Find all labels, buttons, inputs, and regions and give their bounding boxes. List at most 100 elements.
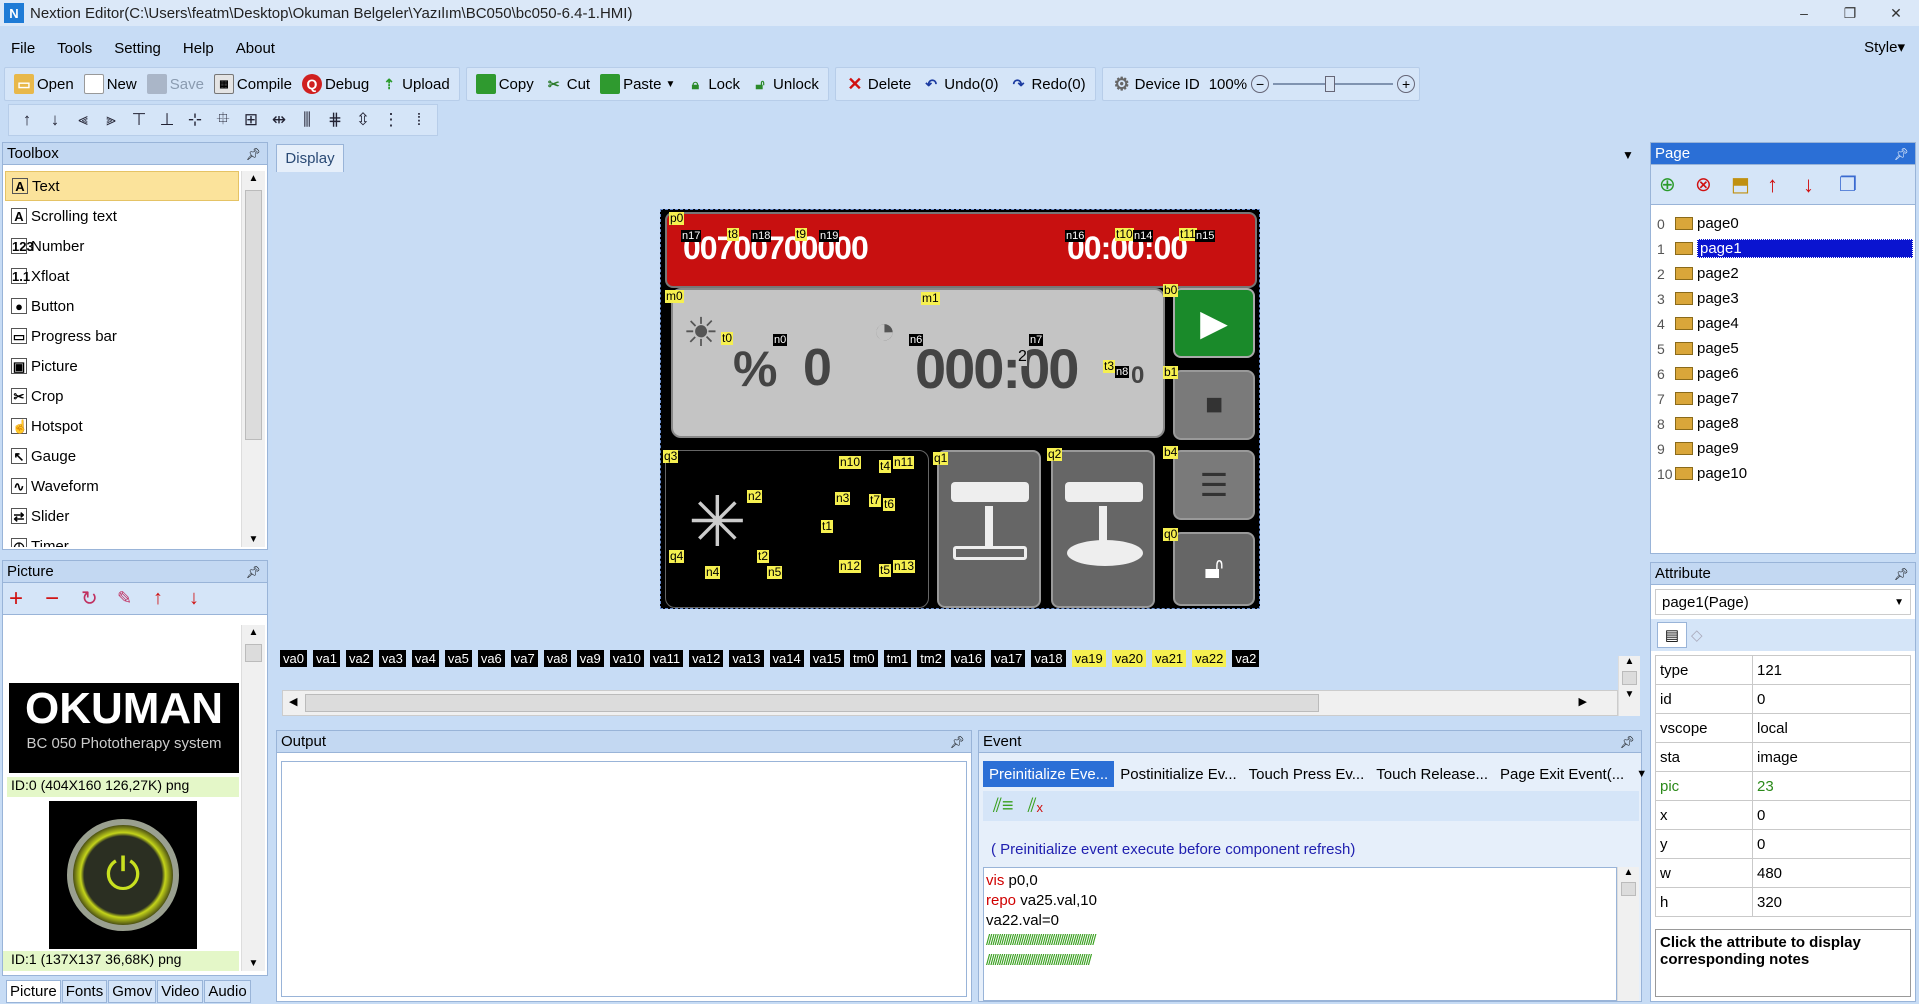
align-top-icon[interactable]: ⊤ bbox=[125, 106, 153, 134]
page-list-item[interactable]: 5 page5 bbox=[1653, 336, 1913, 361]
close-button[interactable]: ✕ bbox=[1873, 0, 1919, 26]
attribute-row[interactable]: type 121 bbox=[1655, 655, 1911, 685]
event-code-scrollbar[interactable]: ▲ bbox=[1617, 867, 1639, 1001]
toolbox-item[interactable]: ↖ Gauge bbox=[5, 441, 239, 471]
variable-chip[interactable]: tm0 bbox=[849, 649, 878, 667]
page-list-item[interactable]: 0 page0 bbox=[1653, 211, 1913, 236]
same-height-icon[interactable]: ⇳ bbox=[349, 106, 377, 134]
center-vertical-icon[interactable]: ⯐ bbox=[209, 106, 237, 134]
variable-chip[interactable]: tm1 bbox=[883, 649, 912, 667]
attribute-value[interactable]: 121 bbox=[1752, 655, 1911, 685]
page-list-item[interactable]: 10 page10 bbox=[1653, 461, 1913, 486]
display-dropdown-icon[interactable]: ▼ bbox=[1622, 148, 1634, 162]
move-up-icon[interactable]: ↑ bbox=[153, 587, 189, 610]
zoom-slider[interactable] bbox=[1273, 75, 1394, 93]
variable-chip[interactable]: va6 bbox=[477, 649, 505, 667]
remove-picture-icon[interactable]: − bbox=[45, 585, 81, 613]
align-right-icon[interactable]: ⫸ bbox=[97, 106, 125, 134]
new-button[interactable]: New bbox=[79, 69, 142, 99]
page-list-item[interactable]: 1 page1 bbox=[1653, 236, 1913, 261]
page-list-item[interactable]: 3 page3 bbox=[1653, 286, 1913, 311]
compile-button[interactable]: ▦ Compile bbox=[209, 69, 297, 99]
toolbox-item[interactable]: ☝ Hotspot bbox=[5, 411, 239, 441]
tab-audio[interactable]: Audio bbox=[204, 980, 251, 1003]
menu-help[interactable]: Help bbox=[172, 40, 225, 57]
variable-chip[interactable]: va15 bbox=[809, 649, 844, 667]
insert-page-icon[interactable]: ⬒ bbox=[1731, 172, 1767, 197]
variable-chip[interactable]: tm2 bbox=[917, 649, 945, 667]
display-hscrollbar[interactable]: ◀ ▶ bbox=[282, 690, 1618, 716]
variable-chip[interactable]: va1 bbox=[312, 649, 340, 667]
vertical-spacing-icon[interactable]: ⁞ bbox=[405, 106, 433, 134]
tab-touch-press-event[interactable]: Touch Press Ev... bbox=[1243, 761, 1371, 787]
page-list-item[interactable]: 7 page7 bbox=[1653, 386, 1913, 411]
lamp-panel[interactable]: ✳ bbox=[665, 450, 929, 608]
variable-chip[interactable]: va8 bbox=[543, 649, 571, 667]
menu-setting[interactable]: Setting bbox=[103, 40, 172, 57]
uncomment-icon[interactable]: ⫽x bbox=[1028, 795, 1043, 818]
delete-page-icon[interactable]: ⊗ bbox=[1695, 172, 1731, 197]
hmi-canvas[interactable]: 00700700000 00:00:00 ☀ % 0 ◔ 000:00 2 0 … bbox=[660, 209, 1260, 609]
picture-thumb-1[interactable]: ⏻ bbox=[49, 801, 197, 949]
variable-chip[interactable]: va13 bbox=[729, 649, 764, 667]
menu-about[interactable]: About bbox=[225, 40, 286, 57]
display-vscroll-thumb[interactable] bbox=[1622, 671, 1637, 685]
variable-chip[interactable]: va3 bbox=[378, 649, 406, 667]
variable-chip[interactable]: va12 bbox=[689, 649, 724, 667]
save-button[interactable]: Save bbox=[142, 69, 209, 99]
page-list-item[interactable]: 2 page2 bbox=[1653, 261, 1913, 286]
undo-button[interactable]: ↶ Undo(0) bbox=[916, 69, 1003, 99]
pin-icon[interactable]: 📌︎ bbox=[246, 565, 261, 579]
paste-button[interactable]: Paste ▼ bbox=[595, 69, 680, 99]
minimize-button[interactable]: – bbox=[1781, 0, 1827, 26]
toolbox-item[interactable]: ⇄ Slider bbox=[5, 501, 239, 531]
scroll-up-icon[interactable]: ▲ bbox=[242, 627, 265, 638]
toolbox-item[interactable]: ✂ Crop bbox=[5, 381, 239, 411]
pin-icon[interactable]: 📌︎ bbox=[1894, 567, 1909, 581]
variable-chip[interactable]: va18 bbox=[1031, 649, 1066, 667]
toolbox-item[interactable]: ▭ Progress bar bbox=[5, 321, 239, 351]
scroll-down-icon[interactable]: ▼ bbox=[242, 958, 265, 969]
edit-picture-icon[interactable]: ✎ bbox=[117, 588, 153, 609]
page-list-item[interactable]: 9 page9 bbox=[1653, 436, 1913, 461]
stop-button[interactable]: ■ bbox=[1173, 370, 1255, 440]
variable-chip[interactable]: va9 bbox=[576, 649, 604, 667]
pin-icon[interactable]: 📌︎ bbox=[950, 735, 965, 749]
attribute-value[interactable]: 0 bbox=[1752, 829, 1911, 859]
scroll-up-icon[interactable]: ▲ bbox=[242, 173, 265, 184]
device-id-button[interactable]: ⚙ Device ID bbox=[1107, 69, 1205, 99]
zoom-in-icon[interactable]: + bbox=[1397, 75, 1416, 93]
variable-chip[interactable]: va11 bbox=[649, 649, 684, 667]
upload-button[interactable]: ⇡ Upload bbox=[374, 69, 455, 99]
add-page-icon[interactable]: ⊕ bbox=[1659, 172, 1695, 197]
variable-chip[interactable]: va0 bbox=[280, 649, 307, 667]
variable-chip[interactable]: va5 bbox=[444, 649, 472, 667]
attribute-value[interactable]: 320 bbox=[1752, 887, 1911, 917]
scroll-up-icon[interactable]: ▲ bbox=[1618, 867, 1639, 878]
align-bottom-icon[interactable]: ⊥ bbox=[153, 106, 181, 134]
device-panel-2[interactable] bbox=[1051, 450, 1155, 608]
unlock-button[interactable]: 🔓︎ Unlock bbox=[745, 69, 824, 99]
properties-icon[interactable]: ◇ bbox=[1691, 626, 1703, 644]
pin-icon[interactable]: 📌︎ bbox=[1894, 147, 1909, 161]
picture-scrollbar[interactable]: ▲ ▼ bbox=[241, 625, 265, 971]
scroll-left-icon[interactable]: ◀ bbox=[289, 695, 297, 708]
toolbox-item[interactable]: ▣ Picture bbox=[5, 351, 239, 381]
align-left-icon[interactable]: ⫷ bbox=[69, 106, 97, 134]
toolbox-scrollbar[interactable]: ▲ ▼ bbox=[241, 171, 265, 547]
distribute-horizontal-icon[interactable]: ⫼ bbox=[293, 106, 321, 134]
variable-chip[interactable]: va21 bbox=[1151, 649, 1187, 667]
same-width-icon[interactable]: ⇹ bbox=[265, 106, 293, 134]
attribute-row[interactable]: x0 bbox=[1655, 800, 1911, 830]
tab-page-exit-event[interactable]: Page Exit Event(... bbox=[1494, 761, 1630, 787]
tab-preinitialize-event[interactable]: Preinitialize Eve... bbox=[983, 761, 1115, 787]
menu-tools[interactable]: Tools bbox=[46, 40, 103, 57]
cut-button[interactable]: ✂ Cut bbox=[539, 69, 595, 99]
tab-gmov[interactable]: Gmov bbox=[108, 980, 157, 1003]
move-up-icon[interactable]: ↑ bbox=[1767, 172, 1803, 198]
output-textarea[interactable] bbox=[281, 761, 967, 997]
move-down-icon[interactable]: ↓ bbox=[41, 106, 69, 134]
scroll-down-icon[interactable]: ▼ bbox=[1619, 689, 1640, 700]
tab-postinitialize-event[interactable]: Postinitialize Ev... bbox=[1114, 761, 1242, 787]
variable-chip[interactable]: va2 bbox=[1232, 649, 1260, 667]
